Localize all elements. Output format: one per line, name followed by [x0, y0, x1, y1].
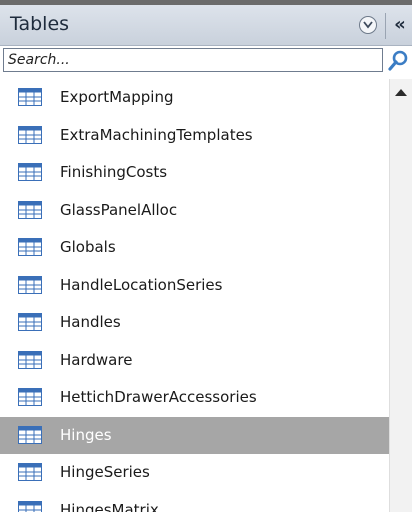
list-item-label: HingesMatrix — [60, 500, 159, 512]
search-icon[interactable] — [387, 50, 409, 72]
list-item[interactable]: Hardware — [0, 342, 389, 380]
table-icon — [18, 200, 42, 219]
table-icon — [18, 238, 42, 256]
list-item-label: Hinges — [60, 425, 112, 444]
list-item-label: ExportMapping — [60, 88, 174, 106]
list-item[interactable]: HingeSeries — [0, 454, 389, 492]
chevron-down-icon — [363, 21, 373, 29]
tables-list: ExportMapping ExtraMachiningTemplates Fini… — [0, 79, 389, 512]
header-separator — [385, 13, 386, 39]
panel-title: Tables — [10, 13, 70, 35]
list-item-label: GlassPanelAlloc — [60, 200, 178, 219]
table-icon — [18, 163, 42, 181]
table-icon — [18, 500, 42, 512]
list-item[interactable]: FinishingCosts — [0, 154, 389, 192]
table-icon — [18, 463, 42, 481]
list-item-label: ExtraMachiningTemplates — [60, 125, 253, 144]
list-item[interactable]: Globals — [0, 229, 389, 267]
table-icon — [18, 388, 42, 406]
table-icon — [18, 125, 42, 144]
vertical-scrollbar[interactable] — [389, 79, 412, 512]
search-bar — [0, 46, 412, 76]
list-item-label: HandleLocationSeries — [60, 275, 223, 294]
table-icon — [18, 425, 42, 444]
list-item-label: Globals — [60, 238, 116, 256]
table-icon — [18, 313, 42, 331]
list-item[interactable]: Hinges — [0, 416, 389, 454]
list-item-label: HettichDrawerAccessories — [60, 388, 257, 406]
collapse-panel-button[interactable]: « — [390, 12, 410, 38]
table-icon — [18, 350, 42, 369]
table-icon — [18, 88, 42, 106]
list-item[interactable]: ExtraMachiningTemplates — [0, 117, 389, 155]
list-item[interactable]: ExportMapping — [0, 79, 389, 117]
list-item-label: HingeSeries — [60, 463, 150, 481]
table-icon — [18, 275, 42, 294]
panel-header: Tables « — [0, 5, 412, 46]
list-item-label: Hardware — [60, 350, 133, 369]
scroll-up-arrow-icon[interactable] — [394, 87, 408, 97]
search-input[interactable] — [3, 48, 383, 72]
list-item[interactable]: HingesMatrix — [0, 492, 389, 512]
list-item[interactable]: HandleLocationSeries — [0, 267, 389, 305]
panel-menu-button[interactable] — [359, 16, 377, 34]
list-item-label: Handles — [60, 313, 121, 331]
list-item-label: FinishingCosts — [60, 163, 168, 181]
list-item[interactable]: HettichDrawerAccessories — [0, 379, 389, 417]
list-item[interactable]: GlassPanelAlloc — [0, 192, 389, 230]
list-item[interactable]: Handles — [0, 304, 389, 342]
